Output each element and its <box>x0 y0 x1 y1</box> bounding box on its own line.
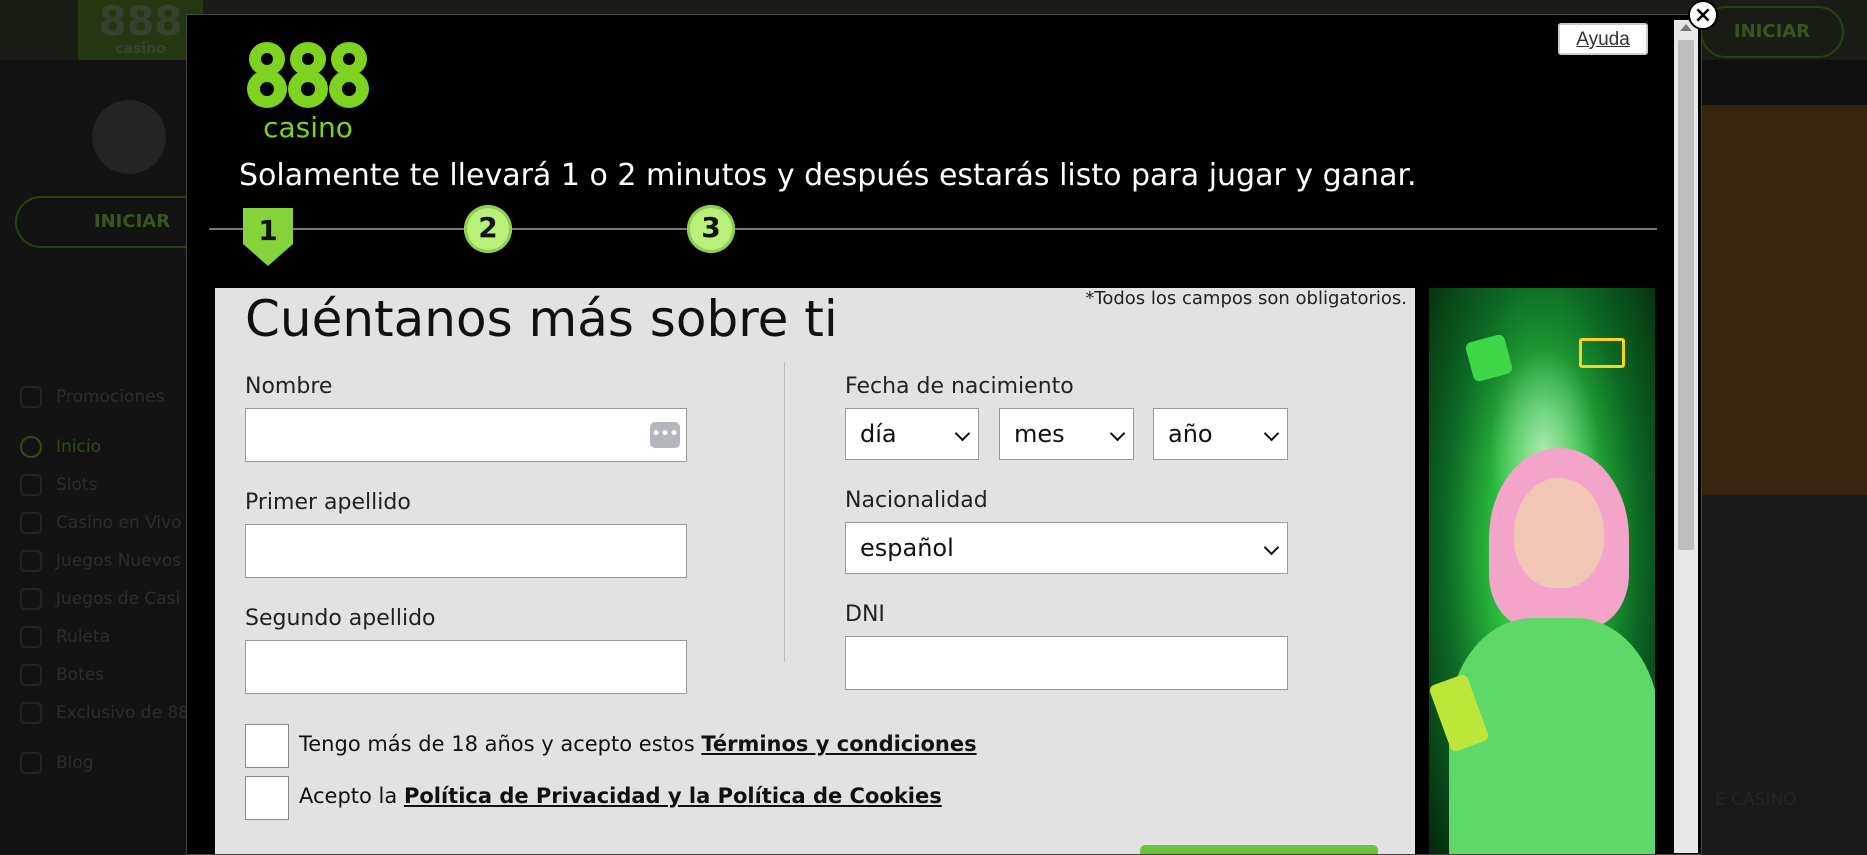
chevron-down-icon <box>1109 425 1126 442</box>
terms-checkbox[interactable] <box>245 724 289 768</box>
chevron-down-icon <box>954 425 971 442</box>
password-manager-icon[interactable]: ••• <box>650 422 680 448</box>
second-surname-label: Segundo apellido <box>245 606 436 631</box>
form-title: Cuéntanos más sobre ti <box>245 290 838 348</box>
first-name-label: Nombre <box>245 374 333 399</box>
first-surname-label: Primer apellido <box>245 490 411 515</box>
dni-input[interactable] <box>845 636 1288 690</box>
help-button[interactable]: Ayuda <box>1558 23 1648 55</box>
steps-progress-line <box>209 228 1657 230</box>
step-2: 2 <box>464 205 512 253</box>
privacy-text: Acepto la Política de Privacidad y la Po… <box>299 784 942 808</box>
birth-date-label: Fecha de nacimiento <box>845 374 1074 399</box>
second-surname-input[interactable] <box>245 640 687 694</box>
crown-icon <box>1579 338 1625 368</box>
chevron-down-icon <box>1263 539 1280 556</box>
close-button[interactable]: × <box>1688 0 1718 30</box>
privacy-link[interactable]: Política de Privacidad y la Política de … <box>404 784 942 808</box>
scrollbar-thumb[interactable] <box>1678 40 1694 550</box>
birth-day-select[interactable]: día <box>845 408 979 460</box>
registration-form: Cuéntanos más sobre ti *Todos los campos… <box>215 288 1415 854</box>
terms-text: Tengo más de 18 años y acepto estos Térm… <box>299 732 977 756</box>
privacy-checkbox[interactable] <box>245 776 289 820</box>
required-fields-note: *Todos los campos son obligatorios. <box>1085 288 1407 309</box>
birth-month-select[interactable]: mes <box>999 408 1134 460</box>
step-1-active: 1 <box>243 208 293 268</box>
chevron-down-icon <box>1263 425 1280 442</box>
continue-button[interactable] <box>1140 845 1378 854</box>
dni-label: DNI <box>845 602 885 627</box>
tagline: Solamente te llevará 1 o 2 minutos y des… <box>239 158 1417 193</box>
scroll-up-arrow-icon[interactable] <box>1680 24 1692 31</box>
svg-text:casino: casino <box>263 111 353 144</box>
column-divider <box>784 362 785 662</box>
step-3: 3 <box>687 205 735 253</box>
first-name-input[interactable]: ••• <box>245 408 687 462</box>
birth-year-select[interactable]: año <box>1153 408 1288 460</box>
888-casino-logo: casino <box>247 42 369 144</box>
nationality-select[interactable]: español <box>845 522 1288 574</box>
registration-modal: casino Ayuda Solamente te llevará 1 o 2 … <box>186 14 1702 855</box>
promo-image <box>1429 288 1655 854</box>
nationality-label: Nacionalidad <box>845 488 988 513</box>
first-surname-input[interactable] <box>245 524 687 578</box>
terms-link[interactable]: Términos y condiciones <box>701 732 976 756</box>
